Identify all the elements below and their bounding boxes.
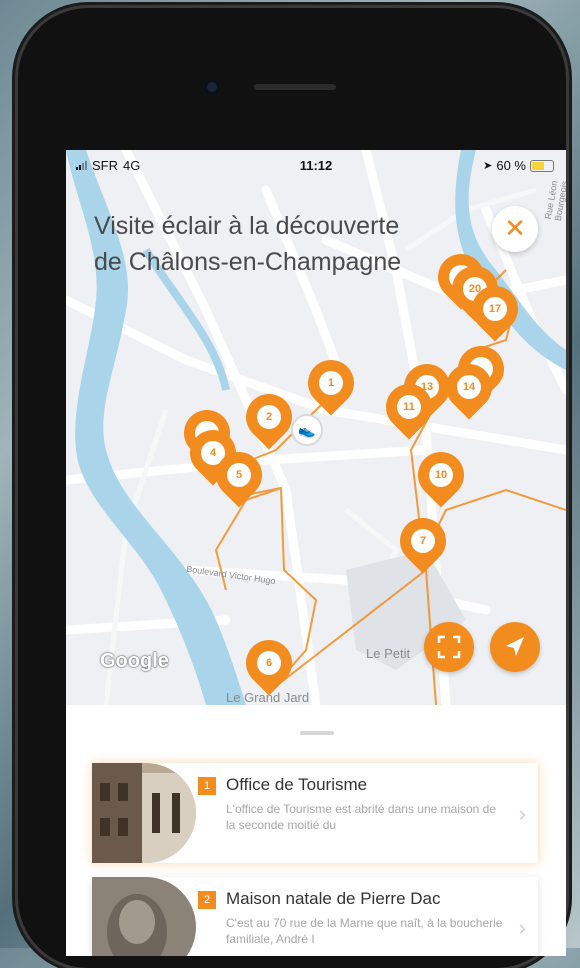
poi-description: L'office de Tourisme est abrité dans une… [226,802,497,832]
poi-description: C'est au 70 rue de la Marne que naît, à … [226,916,503,946]
expand-icon [437,635,461,659]
poi-title: Office de Tourisme [226,775,368,794]
close-button[interactable]: ✕ [492,206,538,252]
poi-thumbnail [92,763,196,863]
earpiece-speaker [254,84,336,90]
front-camera [204,79,220,95]
status-right: ➤ 60 % [483,158,554,173]
walking-shoe-icon: 👟 [291,414,323,446]
bottom-sheet: 1 Office de Tourisme L'office de Tourism… [66,705,566,956]
map-pin-1[interactable]: 1 [298,350,364,416]
map-pin-7[interactable]: 7 [390,508,456,574]
map-pin-11[interactable]: 11 [376,374,442,440]
map-pin-17[interactable]: 17 [462,276,528,342]
status-bar: SFR 4G 11:12 ➤ 60 % [66,150,566,184]
navigation-arrow-icon [506,637,524,656]
page-title: Visite éclair à la découverte de Châlons… [94,208,474,280]
list-item[interactable]: 1 Office de Tourisme L'office de Tourism… [92,763,538,863]
app-screen: SFR 4G 11:12 ➤ 60 % Boulevard Victor Hug… [66,150,566,956]
battery-percent: 60 % [496,158,526,173]
poi-number-badge: 2 [198,891,216,909]
google-logo: Google [100,650,169,672]
sheet-drag-handle[interactable] [300,731,334,735]
poi-title: Maison natale de Pierre Dac [226,889,441,908]
street-label-le-petit: Le Petit [366,646,411,661]
map-pin-6[interactable]: 6 [236,630,302,696]
title-line-2: de Châlons-en-Champagne [94,248,402,276]
map-pin-10[interactable]: 10 [408,442,474,508]
map-pin-5[interactable]: 5 [206,442,272,508]
poi-thumbnail [92,877,196,956]
chevron-right-icon: › [518,915,526,940]
title-line-1: Visite éclair à la découverte [94,212,400,240]
list-item[interactable]: 2 Maison natale de Pierre Dac C'est au 7… [92,877,538,956]
fullscreen-button[interactable] [424,622,474,672]
map-view[interactable]: Boulevard Victor Hugo Le Petit Le Grand … [66,150,566,705]
locate-me-button[interactable] [490,622,540,672]
chevron-right-icon: › [518,801,526,826]
poi-number-badge: 1 [198,777,216,795]
map-pin-14[interactable]: 14 [436,354,502,420]
phone-frame: SFR 4G 11:12 ➤ 60 % Boulevard Victor Hug… [18,8,566,968]
map-pin-2[interactable]: 2 [236,384,302,450]
location-arrow-icon: ➤ [483,160,493,172]
battery-icon [530,159,554,172]
